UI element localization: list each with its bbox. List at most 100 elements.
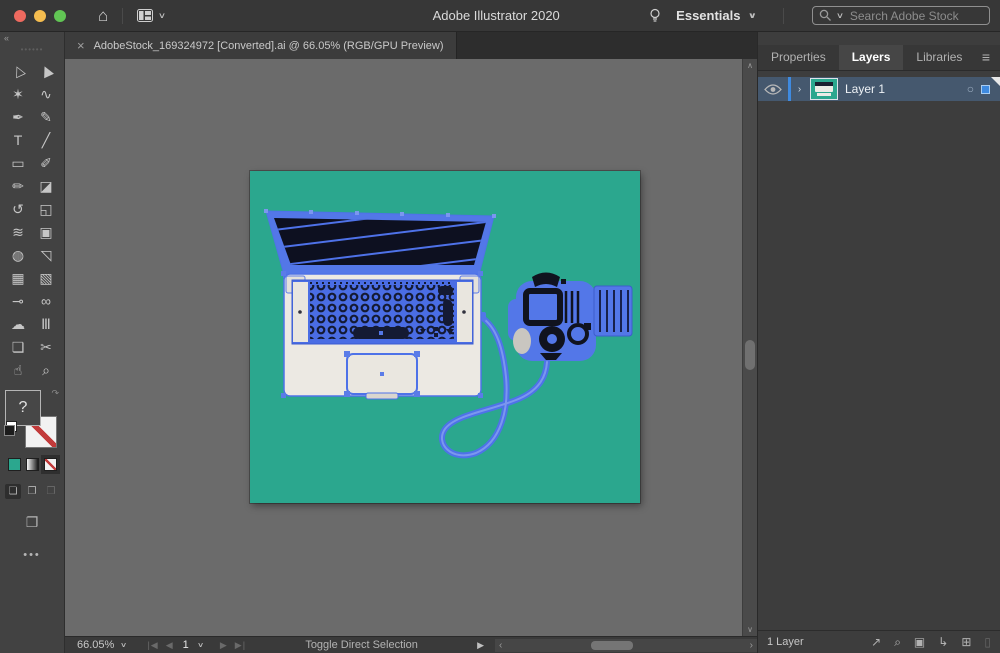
- artboard[interactable]: [250, 171, 640, 503]
- pen-tool[interactable]: ✒: [4, 106, 32, 129]
- illustrator-window: ⌂ ∨ Adobe Illustrator 2020 Essentials ∨: [0, 0, 1000, 653]
- eye-icon: [764, 84, 782, 95]
- expand-layer-icon[interactable]: ›: [791, 84, 808, 95]
- zoom-level[interactable]: 66.05%: [77, 639, 114, 651]
- canvas[interactable]: ∧ ∨: [65, 59, 757, 636]
- perspective-grid-tool[interactable]: ◹: [32, 244, 60, 267]
- screen-mode-icon[interactable]: ❐: [0, 514, 64, 531]
- panel-tab-bar: Properties Layers Libraries ≡: [758, 45, 1000, 71]
- layer-row-corner-badge: [991, 77, 1000, 86]
- layer-thumbnail[interactable]: [810, 78, 838, 100]
- close-window-button[interactable]: [14, 10, 26, 22]
- horizontal-scrollbar[interactable]: ‹ ›: [495, 639, 757, 652]
- collect-for-export-icon[interactable]: ↗: [871, 635, 881, 650]
- width-tool[interactable]: ≋: [4, 221, 32, 244]
- app-title: Adobe Illustrator 2020: [433, 0, 560, 32]
- right-panel: Properties Layers Libraries ≡ ›: [757, 32, 1000, 653]
- chevron-down-icon: ∨: [158, 11, 166, 20]
- new-sublayer-icon[interactable]: ↳: [938, 635, 948, 650]
- traffic-lights: [14, 10, 66, 22]
- visibility-toggle[interactable]: [758, 84, 788, 95]
- free-transform-tool[interactable]: ▣: [32, 221, 60, 244]
- scroll-left-icon[interactable]: ‹: [499, 639, 502, 652]
- layer-row[interactable]: › Layer 1 ○: [758, 77, 1000, 101]
- lightbulb-icon[interactable]: [648, 8, 662, 23]
- next-artboard-button: ▶: [220, 640, 228, 651]
- arrange-documents-button[interactable]: ∨: [137, 9, 165, 22]
- slice-tool[interactable]: ✂: [32, 336, 60, 359]
- paintbrush-tool[interactable]: ✐: [32, 152, 60, 175]
- swap-fill-stroke-icon[interactable]: ↷: [51, 388, 59, 399]
- target-circle-icon[interactable]: ○: [967, 83, 974, 95]
- symbol-sprayer-tool[interactable]: ☁: [4, 313, 32, 336]
- shape-builder-tool[interactable]: ◍: [4, 244, 32, 267]
- vertical-scrollbar[interactable]: ∧ ∨: [742, 59, 757, 636]
- horizontal-scroll-thumb[interactable]: [591, 641, 633, 650]
- selection-indicator[interactable]: [981, 85, 990, 94]
- rectangle-tool[interactable]: ▭: [4, 152, 32, 175]
- locate-object-icon[interactable]: ⌕: [894, 635, 901, 650]
- scroll-right-icon[interactable]: ›: [750, 639, 753, 652]
- layer-name[interactable]: Layer 1: [845, 82, 885, 96]
- draw-inside-button: ❒: [43, 484, 59, 499]
- adobe-stock-search[interactable]: ∨: [812, 6, 990, 25]
- rotate-tool[interactable]: ↺: [4, 198, 32, 221]
- tab-properties[interactable]: Properties: [758, 45, 839, 70]
- search-input[interactable]: [848, 8, 983, 24]
- none-swatch-button[interactable]: [44, 458, 57, 471]
- draw-normal-button[interactable]: ❏: [5, 484, 21, 499]
- eraser-tool[interactable]: ◪: [32, 175, 60, 198]
- artboard-tool[interactable]: ❏: [4, 336, 32, 359]
- document-tab[interactable]: × AdobeStock_169324972 [Converted].ai @ …: [65, 32, 457, 59]
- search-icon: [819, 9, 832, 22]
- scale-tool[interactable]: ◱: [32, 198, 60, 221]
- artboard-chevron-icon[interactable]: ∨: [197, 641, 204, 649]
- delete-icon: ▯: [984, 635, 991, 650]
- line-segment-tool[interactable]: ╱: [32, 129, 60, 152]
- layout-grid-icon: [137, 9, 153, 22]
- status-options-icon[interactable]: ▶: [477, 640, 484, 651]
- type-tool[interactable]: T: [4, 129, 32, 152]
- last-artboard-button: ▶|: [235, 640, 246, 651]
- laptop-illustration[interactable]: [250, 183, 510, 399]
- tab-libraries[interactable]: Libraries: [903, 45, 975, 70]
- curvature-tool[interactable]: ✎: [32, 106, 60, 129]
- new-layer-icon[interactable]: ⊞: [961, 635, 971, 650]
- eyedropper-tool[interactable]: ⊸: [4, 290, 32, 313]
- collapse-toolbar-button[interactable]: «: [4, 33, 9, 43]
- scroll-down-icon[interactable]: ∨: [743, 625, 757, 634]
- panel-menu-icon[interactable]: ≡: [982, 45, 1000, 70]
- artboard-number-field[interactable]: 1: [183, 639, 189, 651]
- blend-tool[interactable]: ∞: [32, 290, 60, 313]
- color-swatch-button[interactable]: [8, 458, 21, 471]
- hand-tool[interactable]: ☝: [4, 359, 32, 382]
- zoom-chevron-icon[interactable]: ∨: [120, 641, 127, 649]
- gradient-tool[interactable]: ▧: [32, 267, 60, 290]
- vertical-scroll-thumb[interactable]: [745, 340, 755, 370]
- zoom-window-button[interactable]: [54, 10, 66, 22]
- default-swatches-icon[interactable]: [6, 421, 17, 432]
- minimize-window-button[interactable]: [34, 10, 46, 22]
- tab-layers[interactable]: Layers: [839, 45, 904, 70]
- gradient-swatch-button[interactable]: [26, 458, 39, 471]
- toolbar-drag-handle[interactable]: ••••••: [0, 45, 64, 54]
- edit-toolbar-button[interactable]: •••: [0, 549, 64, 561]
- close-icon[interactable]: ×: [77, 38, 85, 53]
- artwork-laptop-camera[interactable]: [250, 171, 640, 503]
- chevron-down-icon: ∨: [747, 11, 756, 20]
- zoom-tool[interactable]: ⌕: [32, 359, 60, 382]
- shaper-tool[interactable]: ✏: [4, 175, 32, 198]
- column-graph-tool[interactable]: Ⅲ: [32, 313, 60, 336]
- mesh-tool[interactable]: ▦: [4, 267, 32, 290]
- workspace-label: Essentials: [676, 8, 740, 23]
- tool-grid: ▷ ▶ ✶ ∿ ✒ ✎ T ╱ ▭ ✐ ✏ ◪ ↺ ◱ ≋ ▣ ◍ ◹ ▦ ▧ …: [0, 60, 64, 382]
- workspace-switcher[interactable]: Essentials ∨: [676, 8, 755, 23]
- scroll-up-icon[interactable]: ∧: [743, 61, 757, 70]
- document-title: AdobeStock_169324972 [Converted].ai @ 66…: [94, 40, 444, 52]
- camera-illustration[interactable]: [508, 273, 632, 362]
- clipping-mask-icon[interactable]: ▣: [914, 635, 925, 650]
- status-tool-hint: Toggle Direct Selection: [253, 639, 470, 651]
- chevron-down-icon: ∨: [836, 11, 844, 20]
- draw-behind-button[interactable]: ❐: [24, 484, 40, 499]
- home-icon[interactable]: ⌂: [98, 7, 108, 24]
